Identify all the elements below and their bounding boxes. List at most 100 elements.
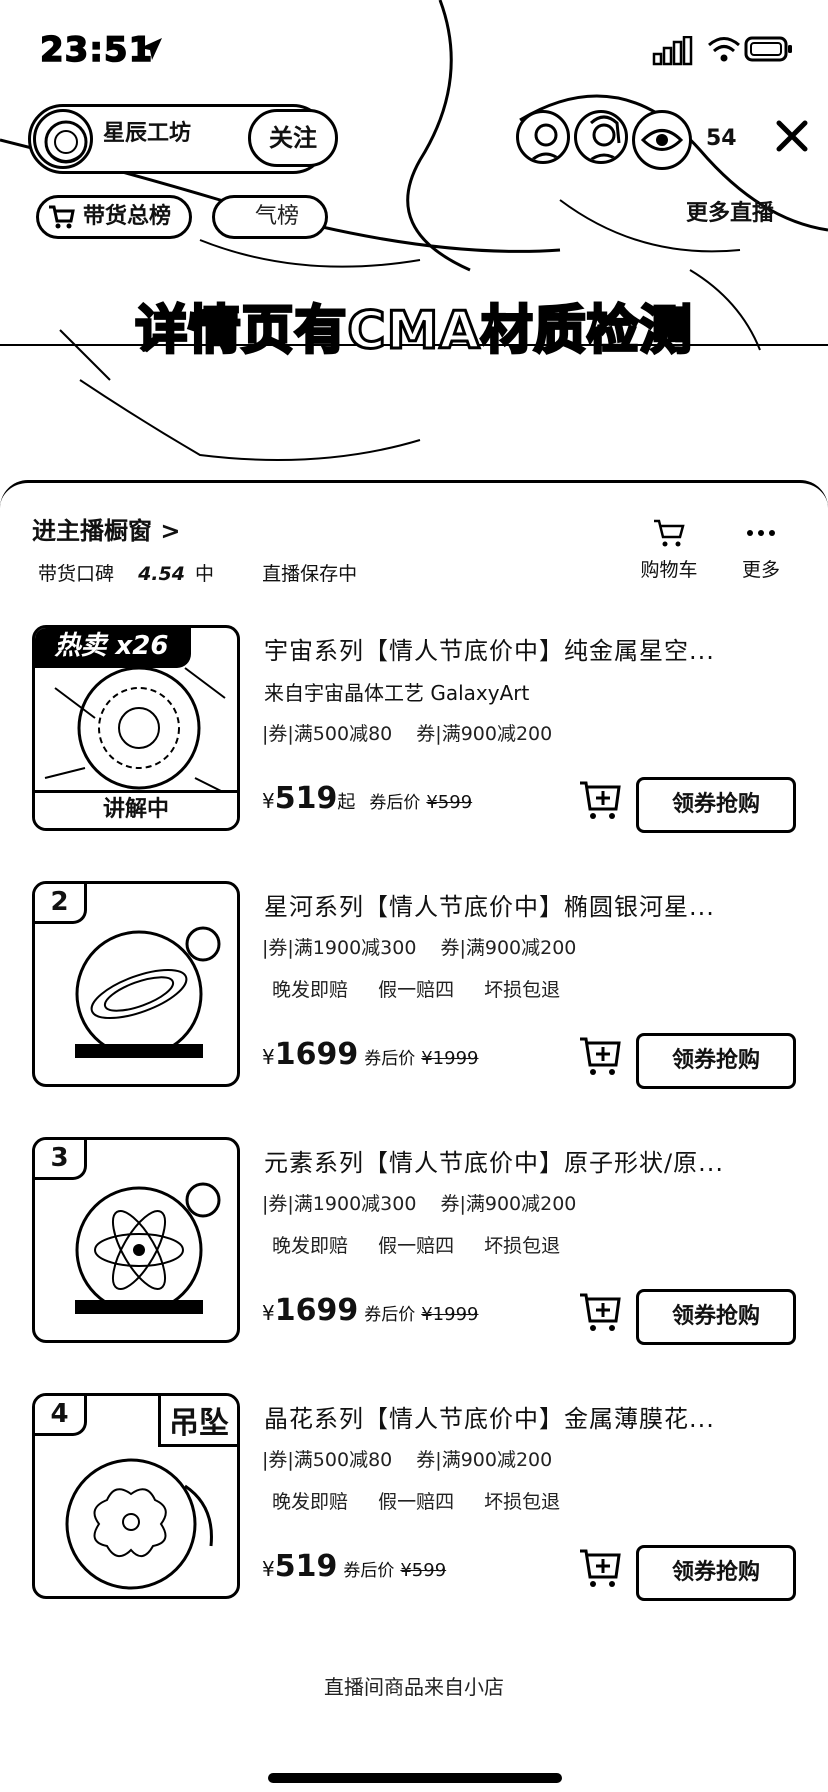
- coupon: 券|满900减200: [416, 1449, 553, 1471]
- coupon: |券|满500减80: [262, 723, 393, 745]
- guarantee: 假一赔四: [378, 1491, 455, 1513]
- price-value: 519: [274, 781, 338, 816]
- coupon: |券|满1900减300: [262, 1193, 417, 1215]
- guarantee-list: 晚发即赔 假一赔四 坏损包退: [272, 1487, 584, 1514]
- hot-sale-badge: 热卖 x26: [35, 628, 191, 668]
- close-icon[interactable]: [774, 118, 810, 154]
- store-meta: 带货口碑 4.54 中 直播保存中: [38, 559, 357, 586]
- store-window-link[interactable]: 进主播橱窗 >: [32, 511, 180, 546]
- coupon: 券|满900减200: [416, 723, 553, 745]
- product-name[interactable]: 宇宙系列【情人节底价中】纯金属星空...: [264, 631, 804, 666]
- more-live-pill[interactable]: 更多直播: [652, 195, 798, 239]
- original-price: ¥1999: [421, 1048, 479, 1069]
- price: ¥519起 券后价 ¥599: [262, 781, 472, 816]
- product-card[interactable]: 3 元素系列【情人节底价中】原子形状/原... |券|满1900减300 券|满…: [0, 1137, 828, 1345]
- guarantee: 晚发即赔: [272, 979, 349, 1001]
- rating-level: 中: [195, 563, 215, 585]
- host-avatar[interactable]: [33, 109, 93, 169]
- after-coupon-label: 券后价: [369, 793, 421, 813]
- product-shop: 来自宇宙晶体工艺 GalaxyArt: [264, 681, 530, 705]
- live-video-area[interactable]: 23:51 星辰工坊 关注 54 带货总榜 气榜 更多直播 详情页有CMA材质检…: [0, 0, 828, 500]
- price-value: 1699: [274, 1037, 359, 1072]
- product-name[interactable]: 晶花系列【情人节底价中】金属薄膜花...: [264, 1399, 804, 1434]
- coupon: 券|满900减200: [440, 937, 577, 959]
- cart-label: 购物车: [640, 559, 698, 581]
- rank-badge: 2: [35, 884, 87, 924]
- eye-icon: [640, 129, 684, 151]
- add-to-cart-icon[interactable]: [578, 1289, 622, 1333]
- price: ¥1699 券后价 ¥1999: [262, 1037, 479, 1072]
- rank-badge: 3: [35, 1140, 87, 1180]
- product-image[interactable]: 3: [32, 1137, 240, 1343]
- currency: ¥: [262, 789, 275, 813]
- coupon-list: |券|满1900减300 券|满900减200: [262, 933, 594, 960]
- add-to-cart-icon[interactable]: [578, 1545, 622, 1589]
- claim-coupon-buy-button[interactable]: 领券抢购: [636, 1033, 796, 1089]
- currency: ¥: [262, 1557, 275, 1581]
- more-live-label: 更多直播: [686, 201, 775, 226]
- product-image[interactable]: 4 吊坠: [32, 1393, 240, 1599]
- product-sheet: 进主播橱窗 > 带货口碑 4.54 中 直播保存中 购物车 更多 热卖 x26 …: [0, 480, 828, 1792]
- price: ¥1699 券后价 ¥1999: [262, 1293, 479, 1328]
- rating-score: 4.54: [138, 563, 185, 585]
- add-to-cart-icon[interactable]: [578, 1033, 622, 1077]
- price: ¥519 券后价 ¥599: [262, 1549, 446, 1584]
- live-save-status: 直播保存中: [262, 563, 358, 585]
- product-card[interactable]: 2 星河系列【情人节底价中】椭圆银河星... |券|满1900减300 券|满9…: [0, 881, 828, 1089]
- follow-button[interactable]: 关注: [248, 109, 338, 167]
- rating-label: 带货口碑: [38, 563, 115, 585]
- after-coupon-label: 券后价: [364, 1049, 416, 1069]
- product-name[interactable]: 星河系列【情人节底价中】椭圆银河星...: [264, 887, 804, 922]
- guarantee: 坏损包退: [484, 1235, 561, 1257]
- rank-badge: 4: [35, 1396, 87, 1436]
- cart-button[interactable]: 购物车: [634, 517, 704, 582]
- product-name[interactable]: 元素系列【情人节底价中】原子形状/原...: [264, 1143, 804, 1178]
- popularity-rank-pill[interactable]: 气榜: [212, 195, 328, 239]
- wifi-icon: [708, 37, 740, 62]
- original-price: ¥599: [426, 792, 473, 813]
- battery-icon: [744, 36, 792, 62]
- viewer-count[interactable]: 54: [706, 126, 737, 151]
- cart-icon: [49, 205, 75, 229]
- coupon: |券|满1900减300: [262, 937, 417, 959]
- sales-rank-pill[interactable]: 带货总榜: [36, 195, 192, 239]
- product-card[interactable]: 4 吊坠 晶花系列【情人节底价中】金属薄膜花... |券|满500减80 券|满…: [0, 1393, 828, 1601]
- guarantee: 晚发即赔: [272, 1235, 349, 1257]
- product-type-tag: 吊坠: [158, 1396, 237, 1447]
- sales-rank-label: 带货总榜: [83, 204, 172, 229]
- product-card[interactable]: 热卖 x26 讲解中 宇宙系列【情人节底价中】纯金属星空... 来自宇宙晶体工艺…: [0, 625, 828, 833]
- coupon-list: |券|满500减80 券|满900减200: [262, 1445, 570, 1472]
- more-dots-icon: [747, 530, 775, 536]
- currency: ¥: [262, 1301, 275, 1325]
- price-value: 519: [274, 1549, 338, 1584]
- guarantee: 晚发即赔: [272, 1491, 349, 1513]
- guarantee: 坏损包退: [484, 1491, 561, 1513]
- viewer-avatar[interactable]: [516, 110, 570, 164]
- status-bar: 23:51: [0, 0, 828, 100]
- add-to-cart-icon[interactable]: [578, 777, 622, 821]
- cart-icon: [654, 519, 685, 547]
- coupon: 券|满900减200: [440, 1193, 577, 1215]
- guarantee: 假一赔四: [378, 979, 455, 1001]
- product-image[interactable]: 热卖 x26 讲解中: [32, 625, 240, 831]
- price-suffix: 起: [337, 792, 356, 813]
- coupon-list: |券|满1900减300 券|满900减200: [262, 1189, 594, 1216]
- viewer-avatar[interactable]: [574, 110, 628, 164]
- guarantee-list: 晚发即赔 假一赔四 坏损包退: [272, 975, 584, 1002]
- host-name: 星辰工坊: [103, 121, 192, 146]
- viewer-avatar[interactable]: [632, 110, 692, 170]
- overlay-caption: 详情页有CMA材质检测: [134, 300, 693, 363]
- footer-note: 直播间商品来自小店: [324, 1675, 504, 1699]
- more-button[interactable]: 更多: [726, 517, 796, 582]
- signal-icon: [652, 36, 693, 66]
- guarantee: 坏损包退: [484, 979, 561, 1001]
- claim-coupon-buy-button[interactable]: 领券抢购: [636, 777, 796, 833]
- home-indicator[interactable]: [268, 1773, 562, 1783]
- claim-coupon-buy-button[interactable]: 领券抢购: [636, 1289, 796, 1345]
- explaining-badge: 讲解中: [35, 790, 237, 828]
- product-image[interactable]: 2: [32, 881, 240, 1087]
- original-price: ¥1999: [421, 1304, 479, 1325]
- claim-coupon-buy-button[interactable]: 领券抢购: [636, 1545, 796, 1601]
- price-value: 1699: [274, 1293, 359, 1328]
- after-coupon-label: 券后价: [364, 1305, 416, 1325]
